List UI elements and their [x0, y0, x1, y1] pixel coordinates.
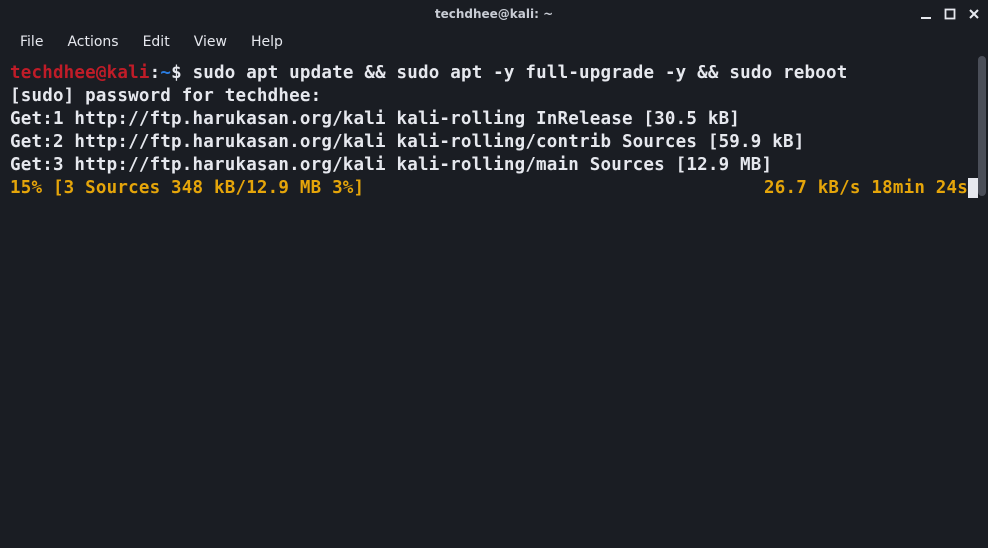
minimize-button[interactable] [918, 6, 934, 22]
prompt-userhost: techdhee@kali [10, 63, 150, 83]
progress-right: 26.7 kB/s 18min 24s [764, 178, 968, 198]
prompt-dollar: $ [171, 63, 192, 83]
close-icon [968, 8, 980, 20]
output-line-3: Get:3 http://ftp.harukasan.org/kali kali… [10, 155, 772, 175]
menu-help[interactable]: Help [239, 30, 295, 54]
maximize-icon [944, 8, 956, 20]
progress-row: 15% [3 Sources 348 kB/12.9 MB 3%] 26.7 kB… [10, 177, 978, 200]
menu-edit[interactable]: Edit [131, 30, 182, 54]
output-line-0: [sudo] password for techdhee: [10, 86, 321, 106]
menu-file[interactable]: File [8, 30, 55, 54]
scrollbar[interactable] [978, 56, 986, 196]
minimize-icon [920, 8, 932, 20]
titlebar: techdhee@kali: ~ [0, 0, 988, 28]
output-line-2: Get:2 http://ftp.harukasan.org/kali kali… [10, 132, 804, 152]
menu-actions[interactable]: Actions [55, 30, 130, 54]
terminal-output[interactable]: techdhee@kali:~$ sudo apt update && sudo… [0, 56, 988, 548]
menubar: File Actions Edit View Help [0, 28, 988, 56]
cursor [968, 178, 978, 198]
close-button[interactable] [966, 6, 982, 22]
window-title: techdhee@kali: ~ [435, 7, 553, 21]
prompt-colon: : [150, 63, 161, 83]
maximize-button[interactable] [942, 6, 958, 22]
output-line-1: Get:1 http://ftp.harukasan.org/kali kali… [10, 109, 740, 129]
window-controls [918, 0, 982, 28]
menu-view[interactable]: View [182, 30, 239, 54]
prompt-path: ~ [160, 63, 171, 83]
command-text: sudo apt update && sudo apt -y full-upgr… [193, 63, 848, 83]
progress-left: 15% [3 Sources 348 kB/12.9 MB 3%] [10, 177, 364, 200]
